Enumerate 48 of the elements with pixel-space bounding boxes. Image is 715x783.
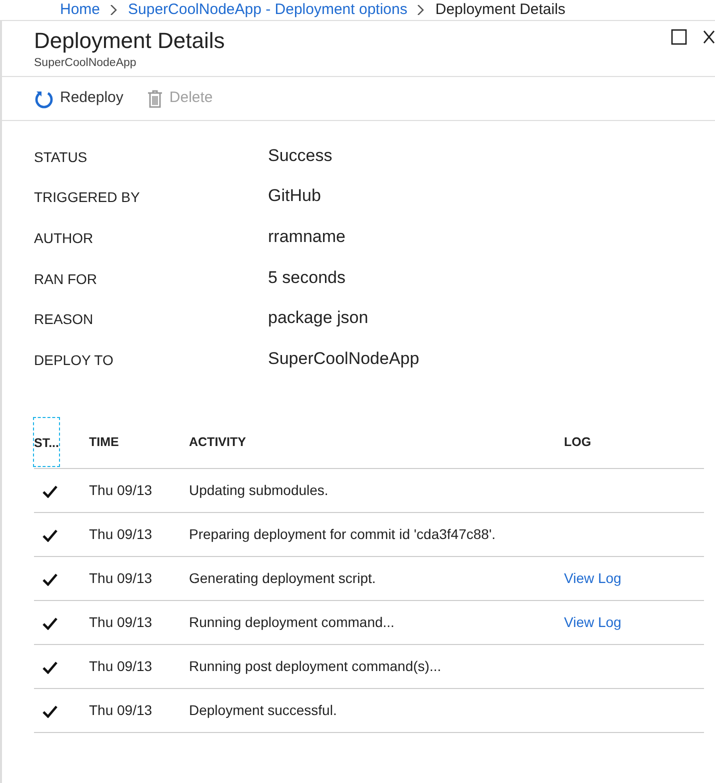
field-value: GitHub: [268, 185, 321, 208]
field-value: rramname: [268, 226, 346, 248]
chevron-icon: [417, 5, 426, 15]
field-value: 5 seconds: [268, 266, 346, 289]
activity-cell: Running post deployment command(s)...: [189, 658, 442, 674]
redeploy-button[interactable]: Redeploy: [34, 87, 124, 110]
column-header[interactable]: TIME: [89, 434, 119, 449]
field-label: DEPLOY TO: [34, 350, 114, 370]
time-cell: Thu 09/13: [89, 614, 152, 630]
time-cell: Thu 09/13: [89, 526, 152, 542]
field-label: REASON: [34, 310, 94, 330]
checkmark-icon: [42, 572, 58, 586]
column-header[interactable]: ACTIVITY: [189, 434, 246, 449]
field-label: TRIGGERED BY: [34, 188, 141, 208]
chevron-icon: [110, 5, 118, 15]
view-log-link[interactable]: View Log: [564, 570, 622, 586]
refresh-icon: [34, 88, 54, 108]
checkmark-icon: [42, 616, 58, 630]
field-label: AUTHOR: [34, 228, 94, 248]
activity-cell: Deployment successful.: [189, 702, 337, 718]
breadcrumb-link[interactable]: Home: [60, 0, 100, 20]
time-cell: Thu 09/13: [89, 570, 152, 586]
column-header[interactable]: ST...: [34, 418, 60, 466]
checkmark-icon: [42, 528, 58, 542]
time-cell: Thu 09/13: [89, 702, 152, 718]
checkmark-icon: [42, 660, 58, 674]
field-label: RAN FOR: [34, 270, 98, 289]
activity-cell: Running deployment command...: [189, 614, 394, 630]
trash-icon: [147, 90, 164, 108]
breadcrumb-link[interactable]: SuperCoolNodeApp - Deployment options: [128, 0, 408, 20]
checkmark-icon: [42, 484, 58, 498]
activity-cell: Preparing deployment for commit id 'cda3f47c88'.: [189, 526, 496, 542]
field-value: Success: [268, 144, 332, 167]
view-log-link[interactable]: View Log: [564, 614, 622, 630]
blade-title: Deployment Details: [34, 27, 225, 55]
breadcrumb-current: Deployment Details: [435, 0, 566, 20]
activity-cell: Updating submodules.: [189, 482, 328, 498]
checkmark-icon: [42, 704, 58, 718]
blade-subtitle: SuperCoolNodeApp: [34, 56, 138, 71]
field-value: package json: [268, 307, 368, 330]
time-cell: Thu 09/13: [89, 658, 152, 674]
field-value: SuperCoolNodeApp: [268, 348, 420, 370]
maximize-icon[interactable]: [671, 29, 687, 45]
close-icon[interactable]: [703, 29, 715, 45]
column-header[interactable]: LOG: [564, 434, 592, 449]
field-label: STATUS: [34, 148, 88, 167]
time-cell: Thu 09/13: [89, 482, 152, 498]
activity-cell: Generating deployment script.: [189, 570, 376, 586]
